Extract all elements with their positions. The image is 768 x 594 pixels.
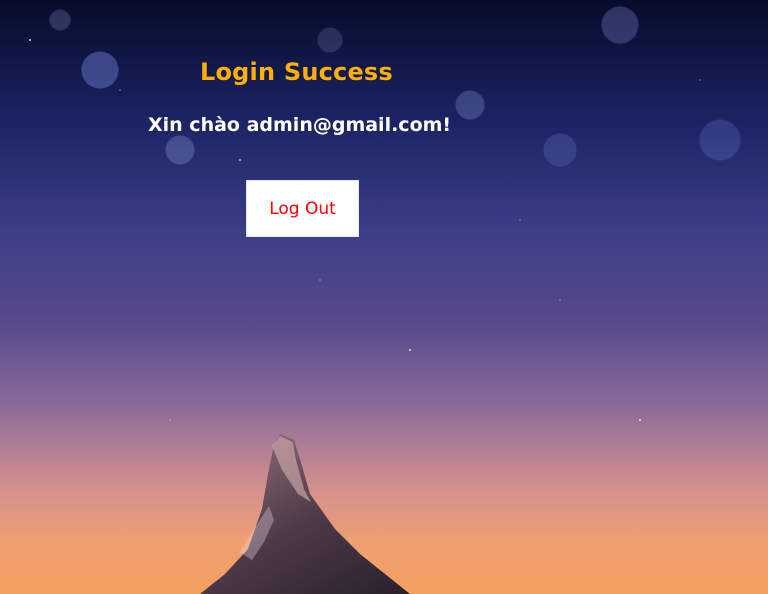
mountain-silhouette — [170, 434, 470, 594]
page-title: Login Success — [200, 58, 393, 86]
bokeh-lights-background — [0, 0, 768, 594]
logout-button[interactable]: Log Out — [246, 180, 359, 237]
welcome-message: Xin chào admin@gmail.com! — [148, 114, 452, 136]
starry-sky-background — [0, 0, 768, 594]
